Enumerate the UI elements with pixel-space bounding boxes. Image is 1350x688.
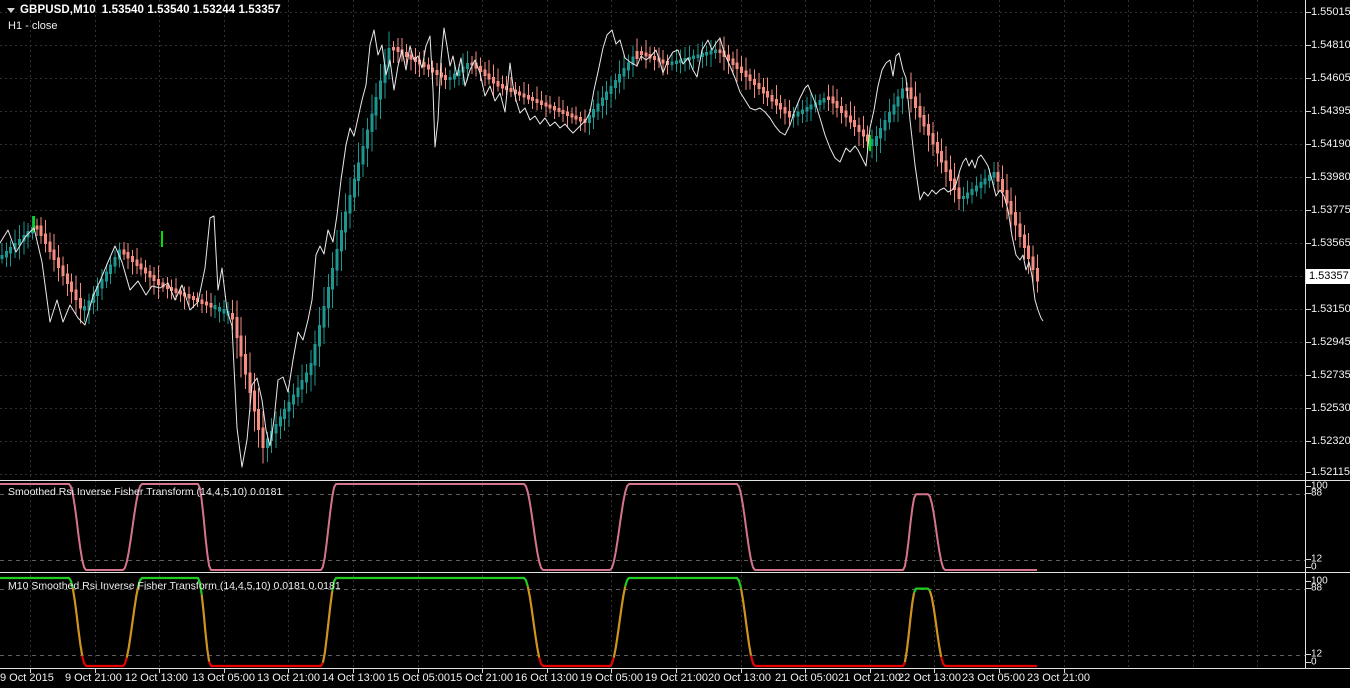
- price-scale[interactable]: [1305, 0, 1350, 668]
- chart-menu-triangle-icon[interactable]: [7, 8, 15, 13]
- indicator-pane-1[interactable]: [0, 481, 1305, 571]
- chart-window: GBPUSD,M10 1.53540 1.53540 1.53244 1.5335…: [0, 0, 1350, 688]
- time-scale[interactable]: [0, 668, 1350, 688]
- main-chart-pane[interactable]: [0, 0, 1305, 480]
- current-price-tag: 1.53357: [1306, 269, 1350, 284]
- indicator-pane-2[interactable]: [0, 573, 1305, 667]
